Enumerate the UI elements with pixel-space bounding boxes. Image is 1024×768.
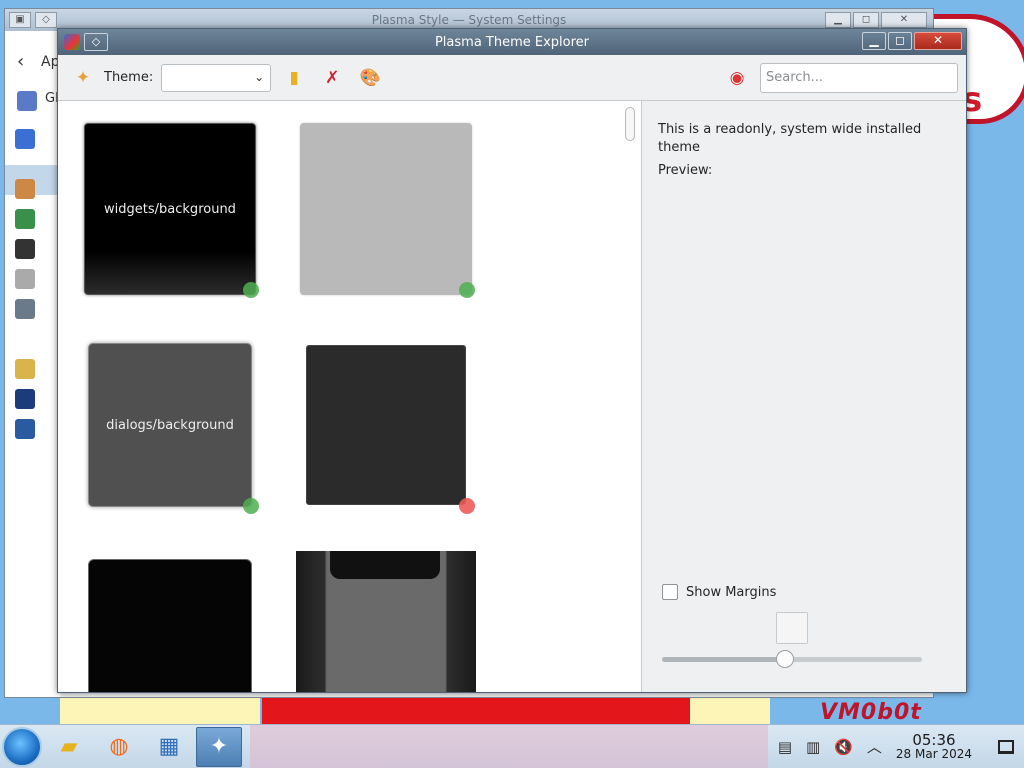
wallpaper-decoration	[262, 694, 692, 724]
tile-label: dialogs/background	[106, 417, 234, 433]
close-button[interactable]: ✕	[914, 32, 962, 50]
window-titlebar[interactable]: ◇ Plasma Theme Explorer ▁ ◻ ✕	[58, 29, 966, 55]
global-theme-icon[interactable]	[17, 91, 37, 111]
maximize-button[interactable]: ◻	[888, 32, 912, 50]
clock-time: 05:36	[912, 730, 956, 749]
theme-element-tile[interactable]: dialogs/background	[88, 343, 252, 507]
minimize-button[interactable]: ▁	[825, 12, 851, 28]
preview-label: Preview:	[658, 163, 713, 178]
show-desktop-icon[interactable]	[998, 739, 1014, 754]
tile-label: widgets/background	[104, 201, 236, 217]
taskbar: ▰ ◍ ▦ ✦ ▤ ▥ 🔇 ︿ 05:36 28 Mar 2024	[0, 724, 1024, 768]
sidebar-item-icon[interactable]	[15, 129, 35, 149]
start-menu-button[interactable]	[2, 726, 42, 767]
theme-element-tile[interactable]	[306, 345, 466, 505]
show-margins-checkbox[interactable]	[662, 584, 678, 600]
theme-elements-grid[interactable]: widgets/background dialogs/background	[58, 101, 642, 692]
palette-icon[interactable]: 🎨	[359, 67, 381, 89]
task-area	[250, 724, 768, 768]
clock[interactable]: 05:36 28 Mar 2024	[895, 730, 972, 761]
minimize-button[interactable]: ▁	[862, 32, 886, 50]
slider-fill	[662, 657, 785, 662]
sidebar-item-icon[interactable]	[15, 389, 35, 409]
window-title: Plasma Theme Explorer	[434, 34, 590, 50]
app-icon[interactable]	[64, 34, 80, 50]
folder-icon[interactable]: ▮	[283, 67, 305, 89]
toolbar: ✦ Theme: ⌄ ▮ ✗ 🎨 ◉	[58, 55, 966, 101]
show-margins-row[interactable]: Show Margins	[662, 584, 776, 600]
status-missing-icon	[459, 498, 475, 514]
sidebar-item-icon[interactable]	[15, 359, 35, 379]
theme-element-tile[interactable]: widgets/background	[84, 123, 256, 295]
close-button[interactable]: ✕	[881, 12, 927, 28]
new-file-icon[interactable]: ✦	[72, 67, 94, 89]
scrollbar[interactable]	[625, 107, 635, 141]
margin-preview-box	[776, 612, 808, 644]
content-area: widgets/background dialogs/background Th…	[58, 101, 966, 692]
sidebar-item-icon[interactable]	[15, 419, 35, 439]
clock-date: 28 Mar 2024	[895, 746, 972, 761]
sidebar-item-icon[interactable]	[15, 239, 35, 259]
info-panel: This is a readonly, system wide installe…	[642, 101, 966, 692]
window-controls: ▁ ◻ ✕	[862, 32, 962, 50]
wallpaper-decoration	[60, 694, 260, 724]
clipboard-icon[interactable]: ▤	[778, 738, 792, 756]
theme-label: Theme:	[104, 70, 154, 85]
chevron-up-icon[interactable]: ︿	[867, 736, 882, 757]
back-arrow-icon[interactable]: ‹	[17, 51, 24, 72]
sidebar-item-icon[interactable]	[15, 299, 35, 319]
maximize-button[interactable]: ◻	[853, 12, 879, 28]
theme-explorer-window[interactable]: ◇ Plasma Theme Explorer ▁ ◻ ✕ ✦ Theme: ⌄…	[57, 28, 967, 693]
system-settings-title: Plasma Style — System Settings	[371, 13, 567, 27]
pin-icon[interactable]: ◇	[84, 33, 108, 51]
theme-select[interactable]: ⌄	[161, 63, 272, 92]
status-ok-icon	[459, 282, 475, 298]
file-manager-icon[interactable]: ▰	[46, 727, 92, 767]
theme-description: This is a readonly, system wide installe…	[658, 122, 922, 155]
status-ok-icon	[243, 282, 259, 298]
tools-icon[interactable]: ✗	[321, 67, 343, 89]
sidebar-item-icon[interactable]	[15, 179, 35, 199]
sidebar-item-icon[interactable]	[15, 209, 35, 229]
system-settings-sidebar	[5, 31, 61, 697]
search-input[interactable]	[760, 62, 958, 93]
theme-element-tile[interactable]	[300, 123, 472, 295]
system-settings-icon[interactable]: ▦	[146, 727, 192, 767]
show-margins-label: Show Margins	[686, 584, 777, 600]
chevron-down-icon: ⌄	[254, 69, 265, 84]
system-tray: ▤ ▥ 🔇 ︿ 05:36 28 Mar 2024	[768, 725, 1024, 768]
tile-tab-decoration	[330, 551, 440, 579]
zoom-slider[interactable]	[662, 650, 922, 668]
theme-element-tile[interactable]	[88, 559, 252, 692]
volume-muted-icon[interactable]: 🔇	[834, 738, 853, 756]
notes-icon[interactable]: ▥	[806, 738, 820, 756]
slider-handle[interactable]	[775, 650, 794, 668]
status-ok-icon	[243, 498, 259, 514]
wallpaper-text: VM0b0t	[820, 700, 922, 724]
sidebar-item-icon[interactable]	[15, 269, 35, 289]
wallpaper-decoration	[690, 694, 770, 724]
firefox-icon[interactable]: ◍	[96, 727, 142, 767]
help-icon[interactable]: ◉	[726, 67, 748, 89]
theme-explorer-task-icon[interactable]: ✦	[196, 726, 242, 767]
theme-element-tile[interactable]	[296, 551, 476, 692]
